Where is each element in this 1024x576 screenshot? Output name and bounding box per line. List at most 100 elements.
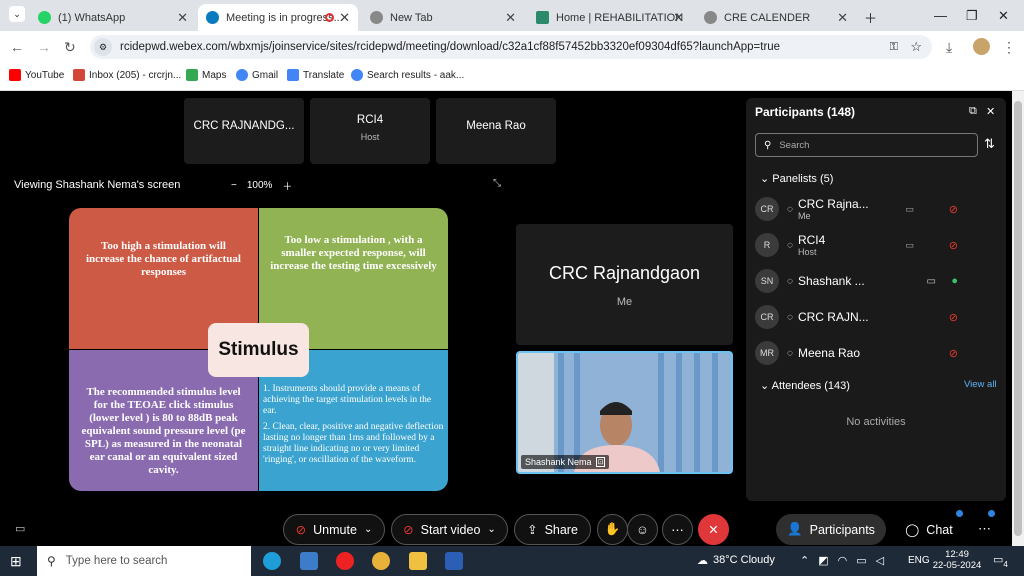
close-tab-icon[interactable]: ✕ [505, 10, 516, 26]
tab-rehabilitation[interactable]: Home | REHABILITATION CO ✕ [528, 4, 692, 31]
tab-meeting[interactable]: Meeting is in progress... ✕ [198, 4, 358, 31]
word-icon[interactable] [445, 552, 463, 570]
webex-icon [206, 11, 219, 24]
pop-out-icon[interactable]: ⧉ [969, 105, 977, 118]
profile-avatar[interactable] [973, 38, 990, 55]
headset-icon: ◌ [787, 311, 793, 323]
scrollbar-thumb[interactable] [1014, 101, 1022, 536]
maximize-icon[interactable]: ❐ [966, 8, 978, 24]
meeting-controls: ▭ ⊘ Unmute ⌄ ⊘ Start video ⌄ ⇪ Share ✋ ☺… [0, 510, 1012, 548]
video-off-icon: ⊘ [403, 523, 414, 537]
leave-meeting-button[interactable]: ✕ [698, 514, 729, 545]
hand-icon: ✋ [604, 522, 621, 536]
battery-icon[interactable]: ▭ [856, 554, 866, 567]
recording-icon [325, 13, 334, 22]
participant-tile[interactable]: CRC RAJNANDG... [184, 98, 304, 164]
address-bar[interactable]: ⚙ rcidepwd.webex.com/wbxmjs/joinservice/… [90, 35, 932, 59]
tab-search-icon[interactable]: ⌄ [9, 6, 25, 22]
reactions-button[interactable]: ☺ [627, 514, 658, 545]
self-video-tile[interactable]: CRC Rajnandgaon Me [516, 224, 733, 345]
download-icon[interactable]: ⤓ [946, 39, 952, 56]
chrome-icon[interactable] [372, 552, 390, 570]
key-icon[interactable]: ⚿ [890, 41, 898, 54]
reload-icon[interactable]: ↻ [64, 39, 76, 56]
bookmark-search-results[interactable]: Search results - aak... [351, 69, 464, 81]
windows-start-icon[interactable]: ⊞ [10, 553, 22, 570]
opera-icon[interactable] [336, 552, 354, 570]
participant-row[interactable]: CR ◌ CRC RAJN... ⊘ [755, 302, 1000, 332]
close-panel-icon[interactable]: ✕ [986, 105, 995, 118]
volume-icon[interactable]: ◁ [876, 554, 884, 567]
participants-panel: Participants (148) ⧉ ✕ ⚲ Search ⇅ ⌄ Pane… [746, 98, 1006, 501]
whatsapp-icon [38, 11, 51, 24]
screen-icon: ▭ [905, 203, 914, 214]
slide-center-title: Stimulus [208, 323, 309, 377]
weather-widget[interactable]: ☁ 38°C Cloudy [697, 554, 775, 567]
app-icon[interactable] [300, 552, 318, 570]
captions-icon[interactable]: ▭ [15, 522, 25, 535]
system-tray: ⌃ ◩ ◠ ▭ ◁ [800, 554, 884, 567]
no-activities-text: No activities [846, 416, 906, 428]
participant-tile[interactable]: Meena Rao [436, 98, 556, 164]
page-scrollbar[interactable] [1012, 91, 1024, 546]
browser-tab-bar: ⌄ (1) WhatsApp ✕ Meeting is in progress.… [0, 0, 1024, 31]
new-tab-icon[interactable]: ＋ [864, 8, 877, 27]
zoom-out-icon[interactable]: − [231, 180, 237, 191]
close-window-icon[interactable]: ✕ [998, 8, 1009, 24]
google-icon [236, 69, 248, 81]
pointer-icon[interactable]: ⤡ [493, 178, 501, 189]
taskbar-search-input[interactable]: ⚲ Type here to search [37, 546, 251, 576]
headset-icon: ◌ [787, 347, 793, 359]
close-tab-icon[interactable]: ✕ [673, 10, 684, 26]
unmute-button[interactable]: ⊘ Unmute ⌄ [283, 514, 385, 545]
bookmark-translate[interactable]: Translate [287, 69, 344, 81]
tab-new-tab[interactable]: New Tab ✕ [362, 4, 524, 31]
bookmark-youtube[interactable]: YouTube [9, 69, 64, 81]
participant-tile[interactable]: RCI4 Host [310, 98, 430, 164]
participant-search-input[interactable]: ⚲ Search [755, 133, 978, 157]
more-panels-icon[interactable]: ⋯ [978, 521, 991, 537]
close-tab-icon[interactable]: ✕ [837, 10, 848, 26]
edge-icon[interactable] [263, 552, 281, 570]
chat-button[interactable]: ◯ Chat [895, 514, 963, 545]
back-icon[interactable]: ← [10, 39, 24, 55]
zoom-in-icon[interactable]: ＋ [282, 178, 292, 193]
search-icon: ⚲ [764, 139, 772, 151]
forward-icon[interactable]: → [37, 39, 51, 55]
close-tab-icon[interactable]: ✕ [339, 10, 350, 26]
participant-row[interactable]: R ◌ RCI4 Host ▭ ⊘ [755, 230, 1000, 260]
participant-row[interactable]: SN ◌ Shashank ... ▭ ● [755, 266, 1000, 296]
close-tab-icon[interactable]: ✕ [177, 10, 188, 26]
participant-row[interactable]: CR ◌ CRC Rajna... Me ▭ ⊘ [755, 194, 1000, 224]
minimize-icon[interactable]: — [934, 8, 947, 23]
attendees-section-toggle[interactable]: ⌄ Attendees (143) [760, 379, 850, 392]
share-button[interactable]: ⇪ Share [514, 514, 591, 545]
language-indicator[interactable]: ENG [908, 555, 930, 566]
tray-app-icon[interactable]: ◩ [818, 554, 828, 567]
bookmark-maps[interactable]: Maps [186, 69, 226, 81]
active-speaker-video[interactable]: Shashank Nema ⊡ [516, 351, 733, 474]
network-icon[interactable]: ◠ [838, 554, 848, 567]
raise-hand-button[interactable]: ✋ [597, 514, 628, 545]
bookmark-gmail[interactable]: Gmail [236, 69, 278, 81]
panelists-section-toggle[interactable]: ⌄ Panelists (5) [760, 172, 833, 185]
site-info-icon[interactable]: ⚙ [94, 38, 112, 56]
chevron-up-icon[interactable]: ⌃ [800, 554, 809, 567]
tab-whatsapp[interactable]: (1) WhatsApp ✕ [30, 4, 196, 31]
more-options-button[interactable]: ⋯ [662, 514, 693, 545]
clock[interactable]: 12:49 22-05-2024 [932, 549, 982, 571]
view-all-link[interactable]: View all [964, 379, 997, 390]
participant-row[interactable]: MR ◌ Meena Rao ⊘ [755, 338, 1000, 368]
panel-title: Participants (148) [755, 105, 856, 119]
translate-icon [287, 69, 299, 81]
menu-icon[interactable]: ⋮ [1002, 39, 1016, 56]
tab-cre-calender[interactable]: CRE CALENDER ✕ [696, 4, 856, 31]
viewing-label: Viewing Shashank Nema's screen [14, 179, 181, 191]
bookmark-inbox[interactable]: Inbox (205) - crcrjn... [73, 69, 181, 81]
file-explorer-icon[interactable] [409, 552, 427, 570]
participants-button[interactable]: 👤 Participants [776, 514, 886, 545]
bookmark-star-icon[interactable]: ☆ [910, 39, 922, 55]
start-video-button[interactable]: ⊘ Start video ⌄ [391, 514, 508, 545]
sort-icon[interactable]: ⇅ [984, 136, 995, 152]
notification-center-icon[interactable]: ▭4 [993, 553, 1008, 569]
